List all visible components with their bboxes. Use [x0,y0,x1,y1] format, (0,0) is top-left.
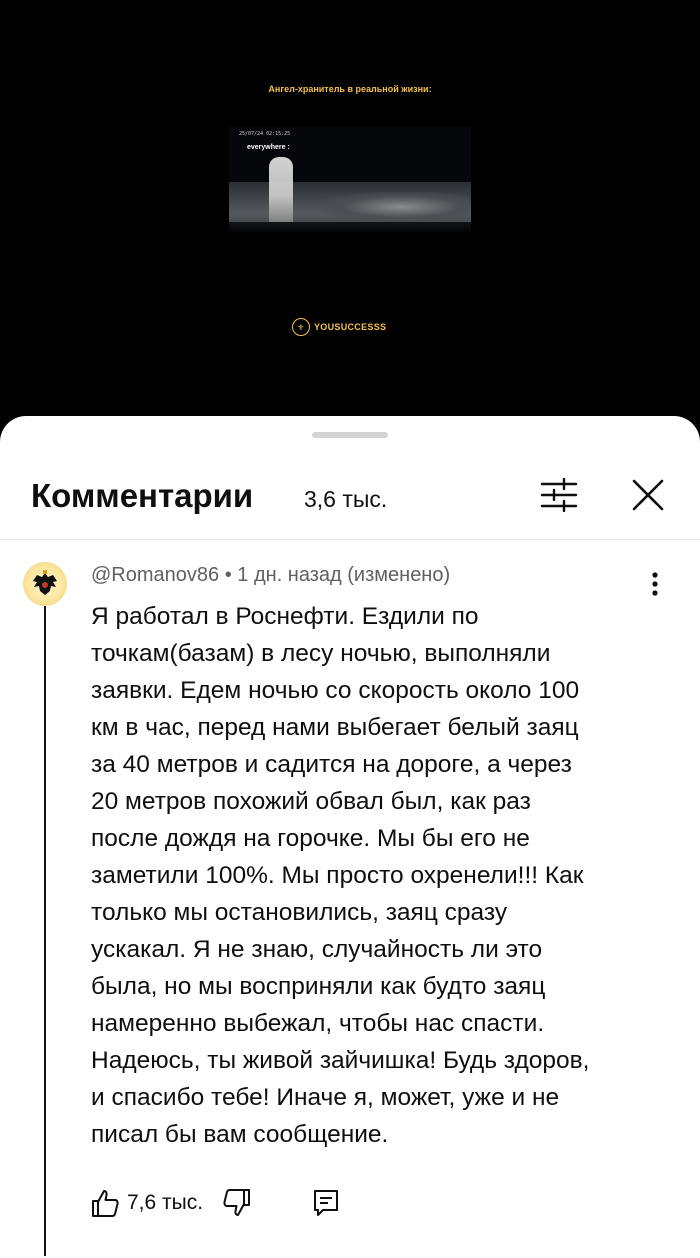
brand-logo-icon: ⚜ [292,318,310,336]
comments-sheet: Комментарии 3,6 тыс. @Romanov86 • 1 дн. … [0,416,700,1258]
double-eagle-icon [33,570,57,595]
video-timestamp: 25/07/24 02:15:25 [239,131,291,137]
dislike-button[interactable] [221,1187,253,1219]
thumb-down-icon [223,1189,251,1216]
avatar[interactable] [23,562,67,606]
comment-author[interactable]: @Romanov86 [91,564,219,586]
reply-icon [314,1190,339,1216]
like-button[interactable] [89,1187,121,1219]
thread-line [44,606,46,1256]
video-player[interactable]: Ангел-хранитель в реальной жизни: 25/07/… [0,0,700,430]
close-button[interactable] [630,478,666,512]
sliders-icon [540,477,578,513]
comment-body: Я работал в Роснефти. Ездили по точкам(б… [91,603,590,1148]
thumb-up-icon [92,1190,119,1217]
meta-separator: • [224,564,232,586]
video-subtitle: everywhere : [247,144,290,151]
video-figure [269,157,293,227]
comment-meta: @Romanov86 • 1 дн. назад (изменено) [91,564,450,587]
comment-time: 1 дн. назад (изменено) [237,564,451,586]
brand-name: YOUSUCCESSS [314,322,387,332]
comment-actions: 7,6 тыс. [89,1185,341,1221]
header-divider [0,539,700,540]
close-icon [632,479,664,511]
comments-count: 3,6 тыс. [304,486,388,512]
comments-header: Комментарии 3,6 тыс. [0,464,700,536]
like-count: 7,6 тыс. [127,1191,204,1214]
video-frame: 25/07/24 02:15:25 everywhere : [229,127,471,235]
sort-filter-button[interactable] [538,477,580,513]
channel-watermark: ⚜ YOUSUCCESSS [292,316,386,338]
reply-button[interactable] [311,1188,341,1218]
comments-title: Комментарии [31,477,254,514]
video-caption: Ангел-хранитель в реальной жизни: [268,84,432,94]
drag-handle[interactable] [312,432,388,438]
